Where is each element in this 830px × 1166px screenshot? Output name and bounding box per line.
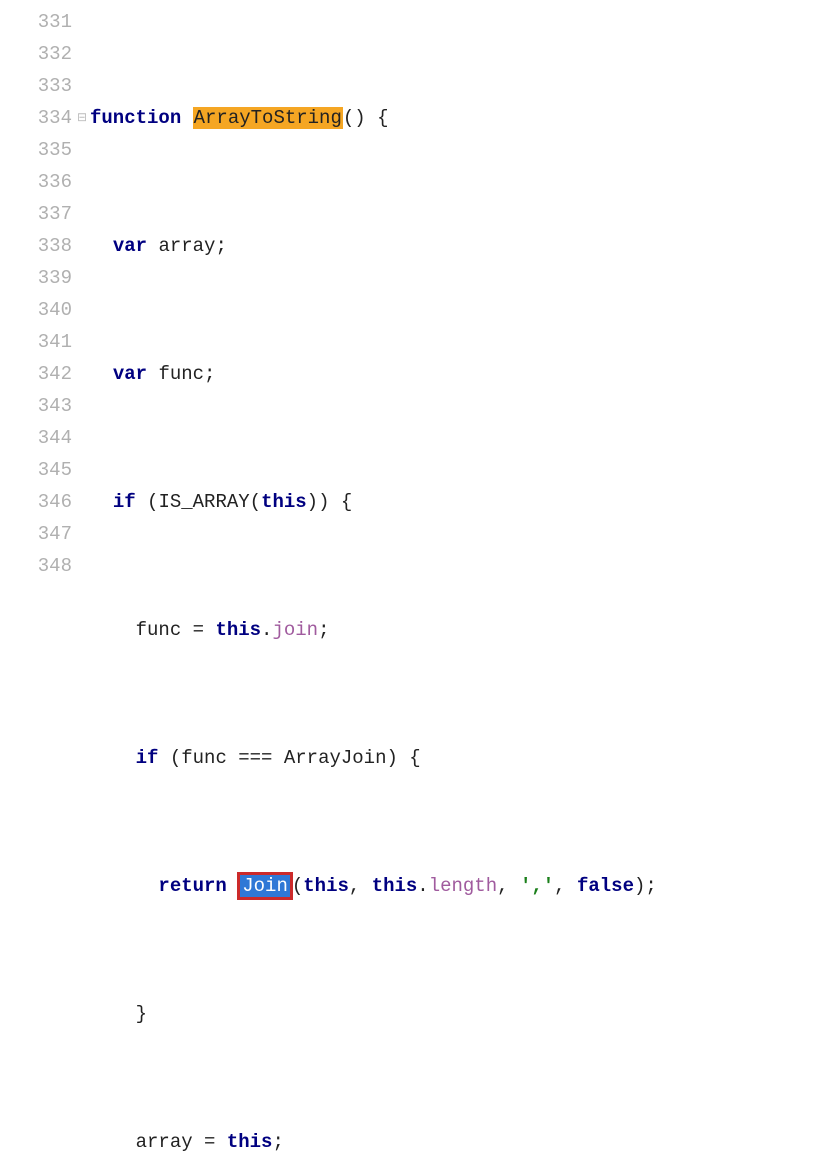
property: join: [272, 619, 318, 641]
code-line[interactable]: array = this;: [90, 1126, 830, 1158]
punct: ,: [497, 875, 520, 897]
fold-marker-icon[interactable]: ⊟: [76, 102, 88, 134]
line-number: 331: [0, 6, 72, 38]
punct: =: [181, 619, 215, 641]
space: [147, 235, 158, 257]
line-number: 348: [0, 550, 72, 582]
keyword-this: this: [303, 875, 349, 897]
identifier: array: [136, 1131, 193, 1153]
identifier: func: [158, 363, 204, 385]
keyword-return: return: [158, 875, 226, 897]
line-number: 345: [0, 454, 72, 486]
line-number: 339: [0, 262, 72, 294]
punct: (: [250, 491, 261, 513]
identifier: array: [158, 235, 215, 257]
code-line[interactable]: ⊟function ArrayToString() {: [90, 102, 830, 134]
line-number: 332: [0, 38, 72, 70]
keyword-if: if: [113, 491, 136, 513]
punct: )) {: [307, 491, 353, 513]
string-literal: ',': [520, 875, 554, 897]
space: [147, 363, 158, 385]
punct: ;: [215, 235, 226, 257]
identifier: func: [136, 619, 182, 641]
highlighted-function-name: ArrayToString: [193, 107, 343, 129]
line-number: 346: [0, 486, 72, 518]
code-line[interactable]: func = this.join;: [90, 614, 830, 646]
punct: ;: [204, 363, 215, 385]
line-number: 343: [0, 390, 72, 422]
line-number: 340: [0, 294, 72, 326]
code-line[interactable]: }: [90, 998, 830, 1030]
highlighted-selection: Join: [238, 873, 292, 899]
punct: ;: [272, 1131, 283, 1153]
line-number: 341: [0, 326, 72, 358]
code-line[interactable]: return Join(this, this.length, ',', fals…: [90, 870, 830, 902]
punct: ) {: [386, 747, 420, 769]
punct: ===: [227, 747, 284, 769]
line-number: 336: [0, 166, 72, 198]
line-number: 333: [0, 70, 72, 102]
line-number: 337: [0, 198, 72, 230]
code-line[interactable]: var func;: [90, 358, 830, 390]
punct: =: [193, 1131, 227, 1153]
keyword-this: this: [372, 875, 418, 897]
punct: }: [136, 1003, 147, 1025]
line-number: 344: [0, 422, 72, 454]
keyword-function: function: [90, 107, 181, 129]
punct: ,: [349, 875, 372, 897]
punct: (: [292, 875, 303, 897]
identifier: ArrayJoin: [284, 747, 387, 769]
property: length: [429, 875, 497, 897]
punct: );: [634, 875, 657, 897]
keyword-this: this: [215, 619, 261, 641]
space: [181, 107, 192, 129]
punct: (: [136, 491, 159, 513]
keyword-var: var: [113, 363, 147, 385]
code-line[interactable]: if (func === ArrayJoin) {: [90, 742, 830, 774]
punct: (: [158, 747, 181, 769]
keyword-this: this: [261, 491, 307, 513]
punct: ;: [318, 619, 329, 641]
identifier: IS_ARRAY: [158, 491, 249, 513]
line-number: 334: [0, 102, 72, 134]
line-number: 342: [0, 358, 72, 390]
code-line[interactable]: if (IS_ARRAY(this)) {: [90, 486, 830, 518]
punct: () {: [343, 107, 389, 129]
punct: .: [261, 619, 272, 641]
code-area[interactable]: ⊟function ArrayToString() { var array; v…: [90, 0, 830, 583]
code-editor: 331 332 333 334 335 336 337 338 339 340 …: [0, 0, 830, 583]
keyword-this: this: [227, 1131, 273, 1153]
line-number: 338: [0, 230, 72, 262]
keyword-if: if: [136, 747, 159, 769]
line-number-gutter: 331 332 333 334 335 336 337 338 339 340 …: [0, 0, 90, 583]
punct: ,: [554, 875, 577, 897]
code-line[interactable]: var array;: [90, 230, 830, 262]
punct: .: [417, 875, 428, 897]
keyword-var: var: [113, 235, 147, 257]
identifier: func: [181, 747, 227, 769]
line-number: 347: [0, 518, 72, 550]
line-number: 335: [0, 134, 72, 166]
space: [227, 875, 238, 897]
keyword-false: false: [577, 875, 634, 897]
